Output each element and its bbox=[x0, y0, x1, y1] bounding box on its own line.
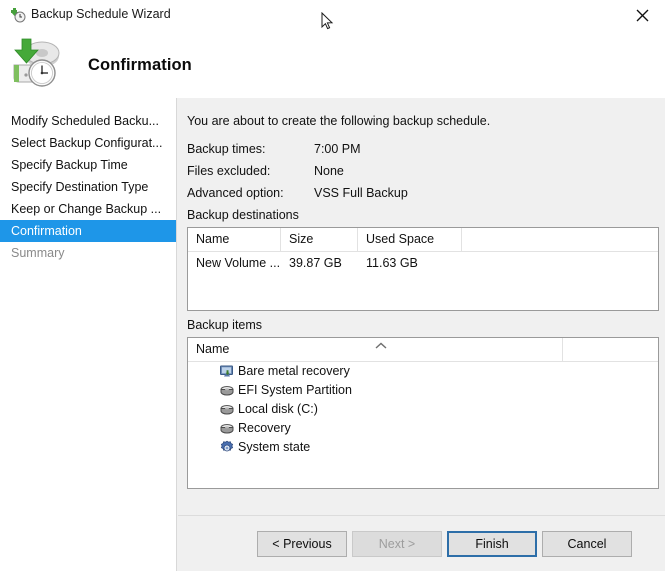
page-title: Confirmation bbox=[88, 56, 192, 74]
list-item[interactable]: EFI System Partition bbox=[188, 381, 658, 400]
system-state-gear-icon bbox=[219, 440, 235, 456]
sidebar-item-keep-or-change-backup[interactable]: Keep or Change Backup ... bbox=[0, 198, 176, 220]
list-item-label: Bare metal recovery bbox=[238, 364, 350, 378]
backup-times-value: 7:00 PM bbox=[314, 142, 361, 156]
files-excluded-value: None bbox=[314, 164, 344, 178]
close-icon[interactable] bbox=[619, 0, 665, 30]
sidebar-item-specify-destination-type[interactable]: Specify Destination Type bbox=[0, 176, 176, 198]
cell-size: 39.87 GB bbox=[289, 256, 342, 270]
bare-metal-recovery-icon bbox=[219, 364, 235, 380]
backup-items-list[interactable]: Name Bare metal recovery EFI System Part… bbox=[187, 337, 659, 489]
files-excluded-label: Files excluded: bbox=[187, 164, 271, 178]
intro-text: You are about to create the following ba… bbox=[187, 114, 491, 128]
column-header-used-space[interactable]: Used Space bbox=[358, 228, 462, 251]
column-header-blank bbox=[563, 338, 658, 361]
backup-destinations-label: Backup destinations bbox=[187, 208, 299, 222]
list-item-label: EFI System Partition bbox=[238, 383, 352, 397]
list-item[interactable]: Bare metal recovery bbox=[188, 362, 658, 381]
drive-icon bbox=[219, 402, 235, 418]
backup-schedule-icon bbox=[9, 6, 26, 23]
advanced-option-label: Advanced option: bbox=[187, 186, 284, 200]
list-item[interactable]: System state bbox=[188, 438, 658, 457]
content-pane: You are about to create the following ba… bbox=[178, 98, 665, 571]
backup-disk-clock-icon bbox=[6, 37, 64, 91]
window-title: Backup Schedule Wizard bbox=[31, 7, 171, 21]
list-item-label: System state bbox=[238, 440, 311, 454]
summary-row: Backup times: 7:00 PM bbox=[187, 138, 408, 160]
column-header-name[interactable]: Name bbox=[188, 228, 281, 251]
previous-button[interactable]: < Previous bbox=[257, 531, 347, 557]
summary-row: Files excluded: None bbox=[187, 160, 408, 182]
button-bar: < Previous Next > Finish Cancel bbox=[178, 516, 665, 571]
wizard-body: Modify Scheduled Backu... Select Backup … bbox=[0, 98, 665, 571]
advanced-option-value: VSS Full Backup bbox=[314, 186, 408, 200]
backup-schedule-wizard-window: Backup Schedule Wizard Confirmation Modi… bbox=[0, 0, 665, 571]
sidebar-item-select-backup-configuration[interactable]: Select Backup Configurat... bbox=[0, 132, 176, 154]
next-button: Next > bbox=[352, 531, 442, 557]
sort-ascending-chevron-icon bbox=[374, 339, 388, 349]
column-header-blank bbox=[462, 228, 658, 251]
list-item[interactable]: Recovery bbox=[188, 419, 658, 438]
drive-icon bbox=[219, 421, 235, 437]
sidebar-item-confirmation[interactable]: Confirmation bbox=[0, 220, 176, 242]
title-bar: Backup Schedule Wizard bbox=[0, 0, 665, 30]
backup-destinations-list[interactable]: Name Size Used Space New Volume ... 39.8… bbox=[187, 227, 659, 311]
schedule-summary: Backup times: 7:00 PM Files excluded: None… bbox=[187, 138, 408, 204]
sidebar-item-modify-scheduled-backup[interactable]: Modify Scheduled Backu... bbox=[0, 110, 176, 132]
backup-times-label: Backup times: bbox=[187, 142, 266, 156]
cell-used-space: 11.63 GB bbox=[366, 256, 418, 270]
column-header-size[interactable]: Size bbox=[281, 228, 358, 251]
drive-icon bbox=[219, 383, 235, 399]
backup-items-label: Backup items bbox=[187, 318, 263, 332]
finish-button[interactable]: Finish bbox=[447, 531, 537, 557]
wizard-step-list: Modify Scheduled Backu... Select Backup … bbox=[0, 98, 177, 571]
backup-items-header: Name bbox=[188, 338, 658, 362]
cell-name: New Volume ... bbox=[196, 256, 281, 270]
list-item-label: Local disk (C:) bbox=[238, 402, 318, 416]
summary-row: Advanced option: VSS Full Backup bbox=[187, 182, 408, 204]
table-row[interactable]: New Volume ... 39.87 GB 11.63 GB bbox=[188, 252, 658, 274]
sidebar-item-summary: Summary bbox=[11, 246, 65, 260]
list-item[interactable]: Local disk (C:) bbox=[188, 400, 658, 419]
list-item-label: Recovery bbox=[238, 421, 291, 435]
cancel-button[interactable]: Cancel bbox=[542, 531, 632, 557]
page-header: Confirmation bbox=[0, 30, 665, 98]
backup-destinations-header: Name Size Used Space bbox=[188, 228, 658, 252]
sidebar-item-specify-backup-time[interactable]: Specify Backup Time bbox=[0, 154, 176, 176]
